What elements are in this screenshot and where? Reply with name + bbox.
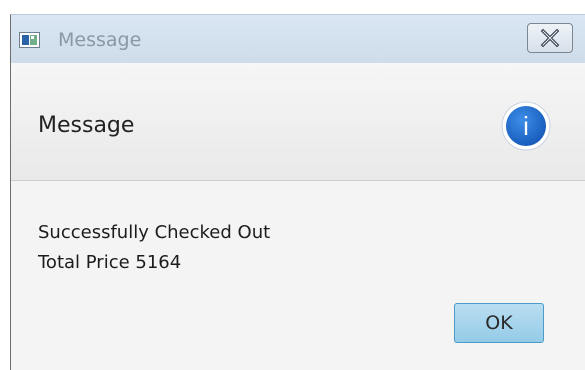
message-line-total: Total Price 5164 (38, 252, 182, 273)
window-title: Message (58, 29, 142, 51)
header-title: Message (38, 113, 135, 138)
ok-button[interactable]: OK (454, 303, 544, 343)
title-bar[interactable]: Message (11, 15, 585, 63)
info-icon: i (501, 101, 551, 151)
window-icon (19, 32, 40, 48)
close-icon (540, 28, 560, 48)
svg-text:i: i (523, 111, 529, 141)
message-content: Successfully Checked Out Total Price 516… (38, 218, 270, 278)
message-dialog: Message Message i Successfully Checked O… (10, 14, 585, 370)
message-line-status: Successfully Checked Out (38, 222, 271, 243)
close-button[interactable] (527, 23, 573, 53)
dialog-header: Message i (11, 63, 585, 181)
